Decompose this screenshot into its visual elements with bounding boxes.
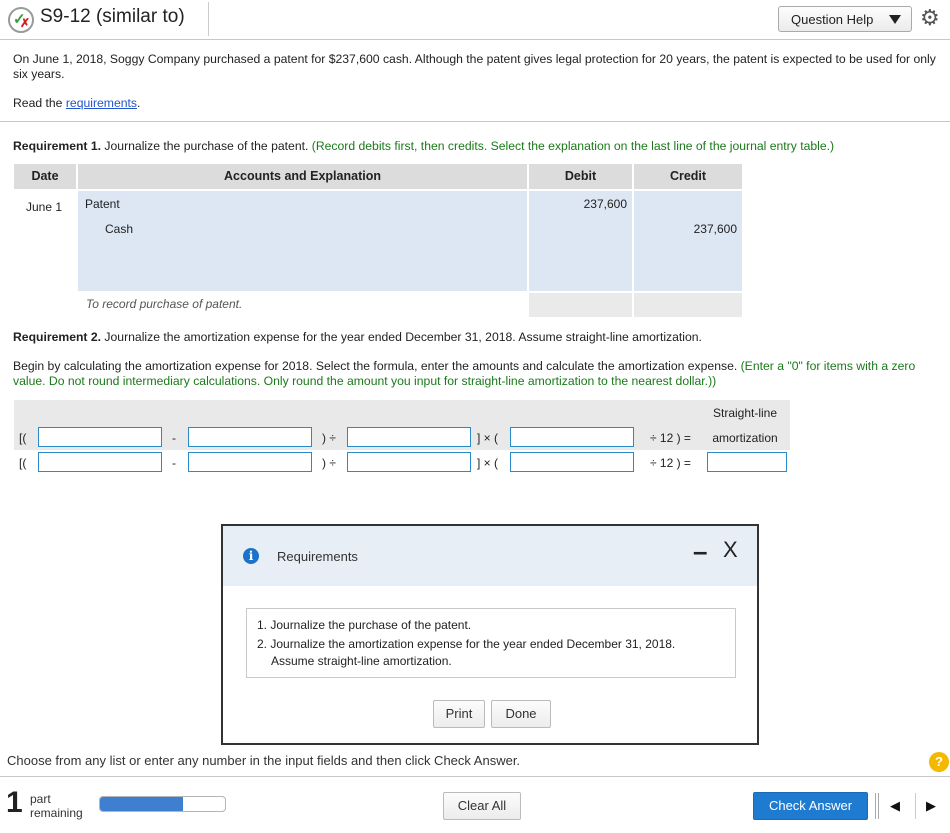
journal-account-2[interactable]: Cash: [105, 222, 133, 236]
formula-open-bracket: [(: [19, 456, 27, 470]
caret-down-icon: [889, 15, 901, 24]
formula-minus: -: [172, 431, 176, 445]
formula-div12-eq: ÷ 12 ) =: [650, 431, 691, 445]
req2-text: Journalize the amortization expense for …: [101, 330, 702, 344]
accounts-cell: [78, 191, 527, 291]
read-suffix: .: [137, 96, 141, 110]
print-button[interactable]: Print: [433, 700, 485, 728]
next-arrow-icon[interactable]: ▶: [926, 798, 936, 814]
gear-icon[interactable]: ⚙: [920, 6, 940, 30]
question-help-button[interactable]: Question Help: [778, 6, 912, 32]
requirements-modal: i Requirements – X 1. Journalize the pur…: [221, 524, 759, 745]
col-header-debit: Debit: [529, 164, 632, 189]
question-help-label: Question Help: [791, 12, 874, 27]
col-header-credit: Credit: [634, 164, 742, 189]
footer-instruction: Choose from any list or enter any number…: [7, 753, 521, 768]
divider: [0, 39, 950, 40]
check-answer-button[interactable]: Check Answer: [753, 792, 868, 820]
parts-count: 1: [6, 786, 23, 819]
explanation-debit-cell: [529, 293, 632, 317]
read-requirements-line: Read the requirements.: [13, 96, 140, 111]
progress-fill: [100, 797, 183, 811]
divider: [915, 793, 916, 819]
formula-input-cost-1[interactable]: [38, 427, 162, 447]
req2-instructions: Begin by calculating the amortization ex…: [13, 359, 943, 389]
close-icon[interactable]: X: [723, 537, 738, 563]
divider: [878, 793, 879, 819]
formula-minus: -: [172, 456, 176, 470]
result-label-line-1: Straight-line: [712, 406, 778, 420]
result-label-line-2: amortization: [712, 431, 778, 445]
info-icon: i: [243, 548, 259, 564]
formula-divide: ) ÷: [322, 431, 336, 445]
formula-open-bracket: [(: [19, 431, 27, 445]
credit-cell: [634, 191, 742, 291]
read-prefix: Read the: [13, 96, 66, 110]
divider: [875, 793, 876, 819]
requirement-item-2: 2. Journalize the amortization expense f…: [257, 637, 676, 651]
formula-times: ] × (: [477, 456, 499, 470]
formula-input-life-1[interactable]: [347, 427, 471, 447]
previous-arrow-icon[interactable]: ◀: [890, 798, 900, 814]
problem-text: On June 1, 2018, Soggy Company purchased…: [13, 52, 936, 81]
formula-input-residual-2[interactable]: [188, 452, 312, 472]
modal-title: Requirements: [277, 549, 358, 564]
req1-text: Journalize the purchase of the patent.: [101, 139, 309, 153]
requirement-item-1: 1. Journalize the purchase of the patent…: [257, 618, 472, 632]
formula-input-months-2[interactable]: [510, 452, 634, 472]
journal-credit-2[interactable]: 237,600: [634, 222, 737, 236]
explanation-date-cell: [14, 293, 76, 317]
formula-input-cost-2[interactable]: [38, 452, 162, 472]
progress-bar: [99, 796, 226, 812]
clear-all-button[interactable]: Clear All: [443, 792, 521, 820]
col-header-accounts: Accounts and Explanation: [78, 164, 527, 189]
formula-times: ] × (: [477, 431, 499, 445]
formula-input-months-1[interactable]: [510, 427, 634, 447]
formula-div12-eq: ÷ 12 ) =: [650, 456, 691, 470]
req2-title: Requirement 2.: [13, 330, 102, 344]
formula-input-residual-1[interactable]: [188, 427, 312, 447]
requirements-link[interactable]: requirements: [66, 96, 137, 110]
minimize-icon[interactable]: –: [693, 536, 707, 567]
journal-date: June 1: [26, 200, 63, 214]
divider: [208, 2, 209, 36]
formula-input-life-2[interactable]: [347, 452, 471, 472]
req1-title: Requirement 1.: [13, 139, 102, 153]
journal-debit-1[interactable]: 237,600: [529, 197, 627, 211]
formula-divide: ) ÷: [322, 456, 336, 470]
done-button[interactable]: Done: [491, 700, 551, 728]
col-header-date: Date: [14, 164, 76, 189]
page-title: S9-12 (similar to): [40, 6, 185, 27]
req2-intro: Begin by calculating the amortization ex…: [13, 359, 738, 373]
formula-input-amortization[interactable]: [707, 452, 787, 472]
requirements-list: 1. Journalize the purchase of the patent…: [246, 608, 736, 678]
explanation-credit-cell: [634, 293, 742, 317]
journal-explanation[interactable]: To record purchase of patent.: [86, 297, 242, 311]
partial-correct-icon: ✓ ✗: [8, 7, 34, 33]
divider: [0, 121, 950, 122]
journal-account-1[interactable]: Patent: [85, 197, 120, 211]
requirement-2-heading: Requirement 2. Journalize the amortizati…: [13, 330, 943, 345]
requirement-1-heading: Requirement 1. Journalize the purchase o…: [13, 139, 943, 154]
parts-label-line-1: part: [30, 792, 51, 806]
help-icon[interactable]: ?: [929, 752, 949, 772]
req1-hint: (Record debits first, then credits. Sele…: [311, 139, 835, 153]
requirement-item-2-cont: Assume straight-line amortization.: [271, 654, 452, 668]
divider: [0, 776, 950, 777]
parts-label-line-2: remaining: [30, 806, 83, 820]
